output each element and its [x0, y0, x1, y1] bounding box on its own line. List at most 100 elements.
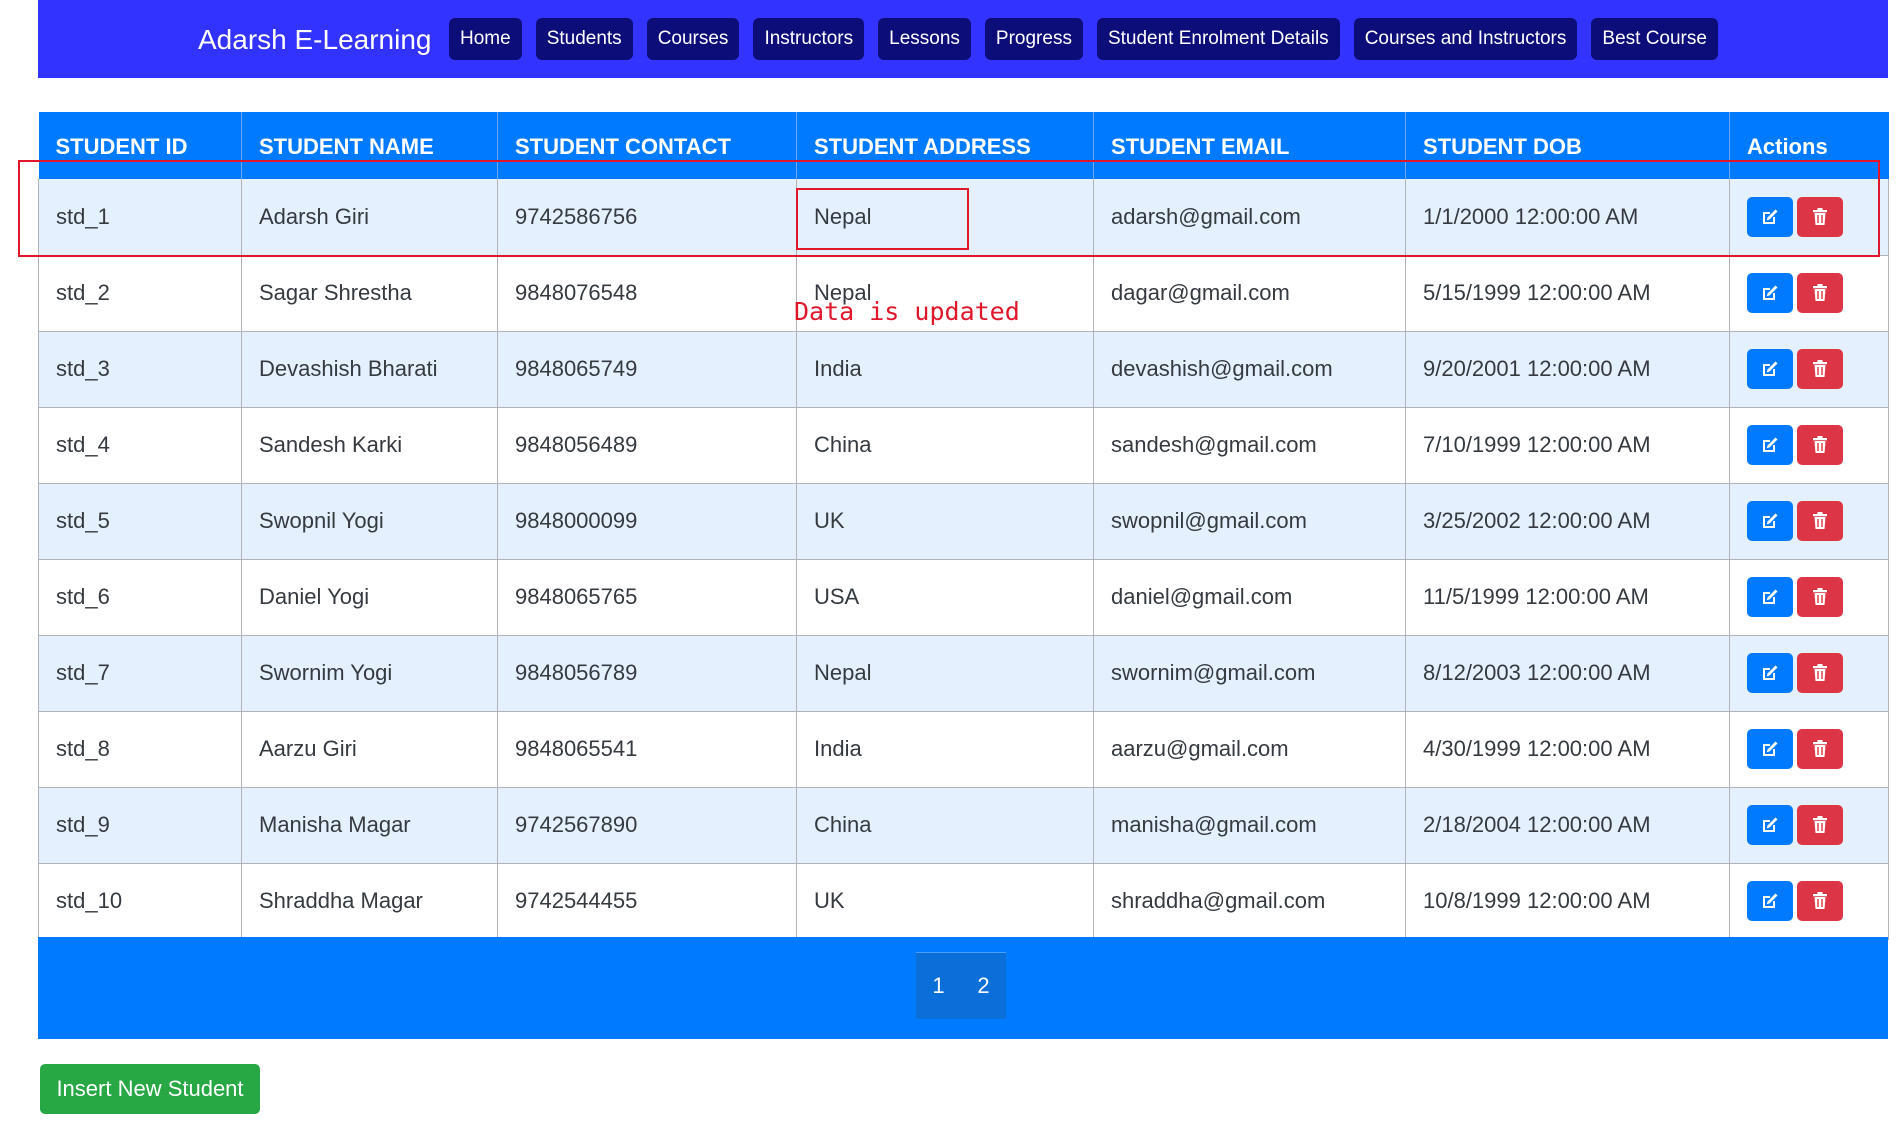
cell-student-name: Swopnil Yogi: [241, 483, 498, 560]
pagination: 1 2: [916, 952, 1006, 1019]
insert-new-student-button[interactable]: Insert New Student: [40, 1064, 260, 1114]
cell-student-address: Nepal: [796, 179, 1094, 256]
cell-student-id: std_6: [38, 559, 242, 636]
cell-student-contact: 9848056789: [497, 635, 797, 712]
edit-button[interactable]: [1747, 425, 1793, 465]
delete-button[interactable]: [1797, 577, 1843, 617]
header-actions: Actions: [1729, 112, 1889, 179]
cell-student-dob: 5/15/1999 12:00:00 AM: [1405, 255, 1730, 332]
edit-button[interactable]: [1747, 577, 1793, 617]
cell-student-id: std_4: [38, 407, 242, 484]
cell-student-contact: 9848065541: [497, 711, 797, 788]
header-student-email: STUDENT EMAIL: [1093, 112, 1406, 179]
edit-icon: [1760, 815, 1780, 835]
edit-button[interactable]: [1747, 729, 1793, 769]
cell-student-dob: 11/5/1999 12:00:00 AM: [1405, 559, 1730, 636]
delete-button[interactable]: [1797, 425, 1843, 465]
edit-icon: [1760, 511, 1780, 531]
cell-student-address: Nepal: [796, 635, 1094, 712]
cell-student-name: Manisha Magar: [241, 787, 498, 864]
nav-best-course-button[interactable]: Best Course: [1591, 18, 1718, 60]
trash-icon: [1811, 207, 1829, 227]
cell-actions: [1729, 559, 1889, 636]
header-student-id: STUDENT ID: [38, 112, 242, 179]
cell-actions: [1729, 711, 1889, 788]
nav-lessons-button[interactable]: Lessons: [878, 18, 971, 60]
cell-student-address: UK: [796, 483, 1094, 560]
nav-enrolment-details-button[interactable]: Student Enrolment Details: [1096, 18, 1340, 60]
cell-student-email: daniel@gmail.com: [1093, 559, 1406, 636]
nav-instructors-button[interactable]: Instructors: [753, 18, 865, 60]
trash-icon: [1811, 891, 1829, 911]
cell-student-name: Sagar Shrestha: [241, 255, 498, 332]
edit-icon: [1760, 739, 1780, 759]
delete-button[interactable]: [1797, 349, 1843, 389]
cell-student-address: USA: [796, 559, 1094, 636]
cell-student-address: India: [796, 711, 1094, 788]
cell-student-email: swornim@gmail.com: [1093, 635, 1406, 712]
delete-button[interactable]: [1797, 729, 1843, 769]
header-student-dob: STUDENT DOB: [1405, 112, 1730, 179]
edit-icon: [1760, 359, 1780, 379]
header-student-name: STUDENT NAME: [241, 112, 498, 179]
nav-progress-button[interactable]: Progress: [984, 18, 1083, 60]
edit-button[interactable]: [1747, 653, 1793, 693]
cell-student-id: std_9: [38, 787, 242, 864]
cell-student-email: shraddha@gmail.com: [1093, 863, 1406, 940]
cell-student-dob: 9/20/2001 12:00:00 AM: [1405, 331, 1730, 408]
trash-icon: [1811, 435, 1829, 455]
delete-button[interactable]: [1797, 653, 1843, 693]
table-row: std_4 Sandesh Karki 9848056489 China sandesh…: [38, 407, 1889, 484]
delete-button[interactable]: [1797, 501, 1843, 541]
table-row: std_6 Daniel Yogi 9848065765 USA daniel@gmai…: [38, 559, 1889, 636]
cell-student-email: manisha@gmail.com: [1093, 787, 1406, 864]
edit-button[interactable]: [1747, 273, 1793, 313]
delete-button[interactable]: [1797, 881, 1843, 921]
annotation-text: Data is updated: [794, 297, 1020, 326]
cell-student-name: Daniel Yogi: [241, 559, 498, 636]
table-body: std_1 Adarsh Giri 9742586756 Nepal adarsh@gm…: [38, 179, 1889, 940]
table-row: std_10 Shraddha Magar 9742544455 UK shraddha…: [38, 863, 1889, 940]
cell-student-address: UK: [796, 863, 1094, 940]
cell-student-address: China: [796, 407, 1094, 484]
delete-button[interactable]: [1797, 273, 1843, 313]
cell-actions: [1729, 635, 1889, 712]
brand-title[interactable]: Adarsh E-Learning: [198, 24, 431, 56]
edit-button[interactable]: [1747, 501, 1793, 541]
trash-icon: [1811, 587, 1829, 607]
page-link-2[interactable]: 2: [961, 953, 1006, 1019]
cell-student-contact: 9848000099: [497, 483, 797, 560]
edit-button[interactable]: [1747, 881, 1793, 921]
cell-student-email: adarsh@gmail.com: [1093, 179, 1406, 256]
cell-student-email: devashish@gmail.com: [1093, 331, 1406, 408]
cell-student-id: std_8: [38, 711, 242, 788]
cell-actions: [1729, 255, 1889, 332]
cell-student-email: sandesh@gmail.com: [1093, 407, 1406, 484]
cell-student-contact: 9742567890: [497, 787, 797, 864]
cell-student-name: Swornim Yogi: [241, 635, 498, 712]
cell-student-id: std_7: [38, 635, 242, 712]
edit-button[interactable]: [1747, 805, 1793, 845]
trash-icon: [1811, 283, 1829, 303]
table-row: std_3 Devashish Bharati 9848065749 India dev…: [38, 331, 1889, 408]
cell-actions: [1729, 407, 1889, 484]
delete-button[interactable]: [1797, 196, 1843, 237]
nav-menu: Home Students Courses Instructors Lesson…: [449, 18, 1718, 60]
edit-icon: [1760, 663, 1780, 683]
table-header-row: STUDENT ID STUDENT NAME STUDENT CONTACT …: [38, 112, 1889, 179]
page-link-1[interactable]: 1: [916, 953, 961, 1019]
cell-student-contact: 9848076548: [497, 255, 797, 332]
edit-button[interactable]: [1747, 196, 1793, 237]
cell-student-address: China: [796, 787, 1094, 864]
nav-home-button[interactable]: Home: [449, 18, 522, 60]
nav-students-button[interactable]: Students: [535, 18, 633, 60]
cell-student-id: std_2: [38, 255, 242, 332]
trash-icon: [1811, 663, 1829, 683]
edit-button[interactable]: [1747, 349, 1793, 389]
edit-icon: [1760, 435, 1780, 455]
table-row: std_7 Swornim Yogi 9848056789 Nepal swornim@…: [38, 635, 1889, 712]
nav-courses-button[interactable]: Courses: [646, 18, 740, 60]
cell-student-name: Adarsh Giri: [241, 179, 498, 256]
delete-button[interactable]: [1797, 805, 1843, 845]
nav-courses-instructors-button[interactable]: Courses and Instructors: [1353, 18, 1578, 60]
